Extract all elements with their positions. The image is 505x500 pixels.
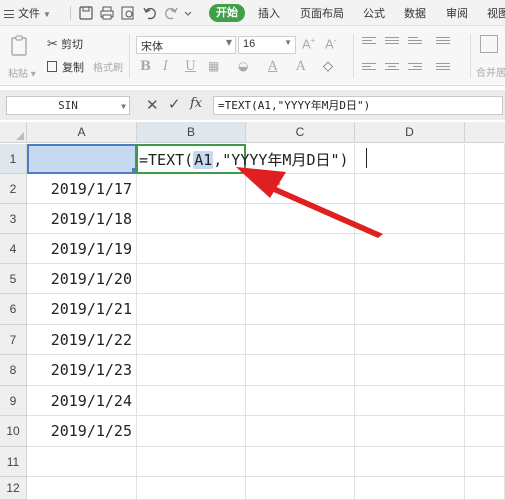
annotation-arrow	[236, 167, 383, 238]
